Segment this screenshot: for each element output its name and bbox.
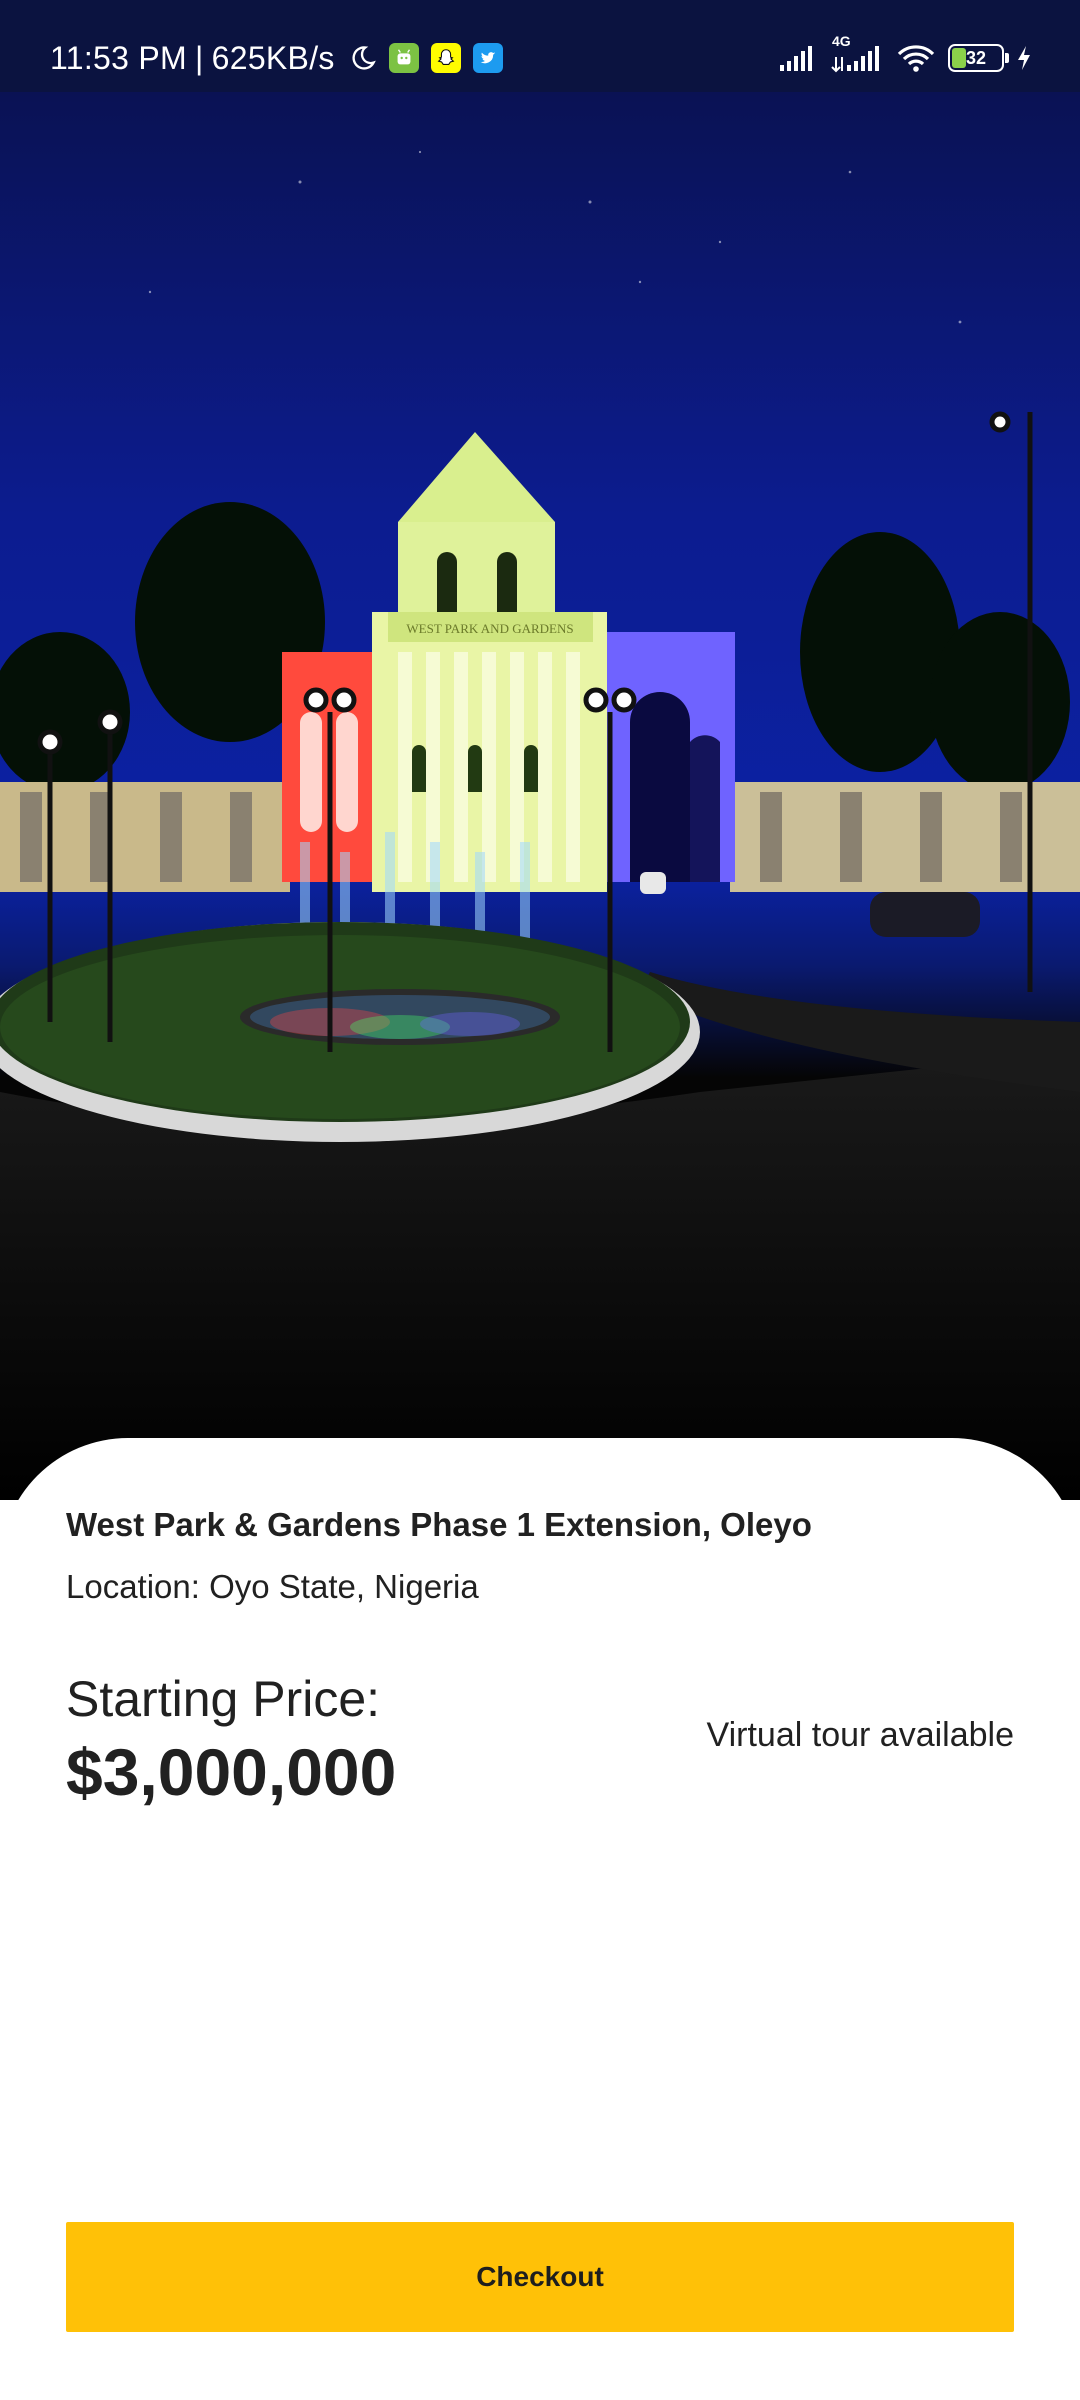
app-screen: 11:53 PM | 625KB/s 4G 32 WEST PARK AND G… xyxy=(0,0,1080,2400)
status-time: 11:53 PM xyxy=(50,39,187,76)
virtual-tour-label[interactable]: Virtual tour available xyxy=(707,1716,1014,1755)
price-label: Starting Price: xyxy=(66,1671,381,1727)
status-right: 4G 32 xyxy=(766,33,1032,78)
listing-location: Location: Oyo State, Nigeria xyxy=(66,1568,479,1605)
status-net-speed: 625KB/s xyxy=(211,39,335,76)
battery-icon: 32 xyxy=(948,44,1009,72)
price-value: $3,000,000 xyxy=(66,1735,397,1809)
listing-title: West Park & Gardens Phase 1 Extension, O… xyxy=(66,1506,812,1543)
snapchat-icon xyxy=(430,43,461,73)
signal-4g-icon: 4G xyxy=(830,33,884,73)
status-bar: 11:53 PM | 625KB/s 4G 32 xyxy=(0,0,1080,92)
battery-fill xyxy=(952,48,966,68)
android-app-icon xyxy=(388,43,419,73)
moon-icon xyxy=(349,44,377,72)
gate-sign-text: WEST PARK AND GARDENS xyxy=(406,621,573,636)
notification-icons xyxy=(343,43,503,73)
status-separator: | xyxy=(195,39,204,76)
estate-gate-image: WEST PARK AND GARDENS xyxy=(0,92,1080,1500)
listing-details-sheet: West Park & Gardens Phase 1 Extension, O… xyxy=(0,1438,1080,2400)
battery-level: 32 xyxy=(965,47,987,68)
twitter-icon xyxy=(472,43,503,73)
status-left: 11:53 PM | 625KB/s xyxy=(50,36,503,80)
signal-icon xyxy=(778,43,818,73)
checkout-button[interactable]: Checkout xyxy=(66,2222,1014,2332)
network-type-label: 4G xyxy=(832,33,851,49)
wifi-icon xyxy=(896,43,936,73)
charging-icon xyxy=(1016,45,1032,71)
